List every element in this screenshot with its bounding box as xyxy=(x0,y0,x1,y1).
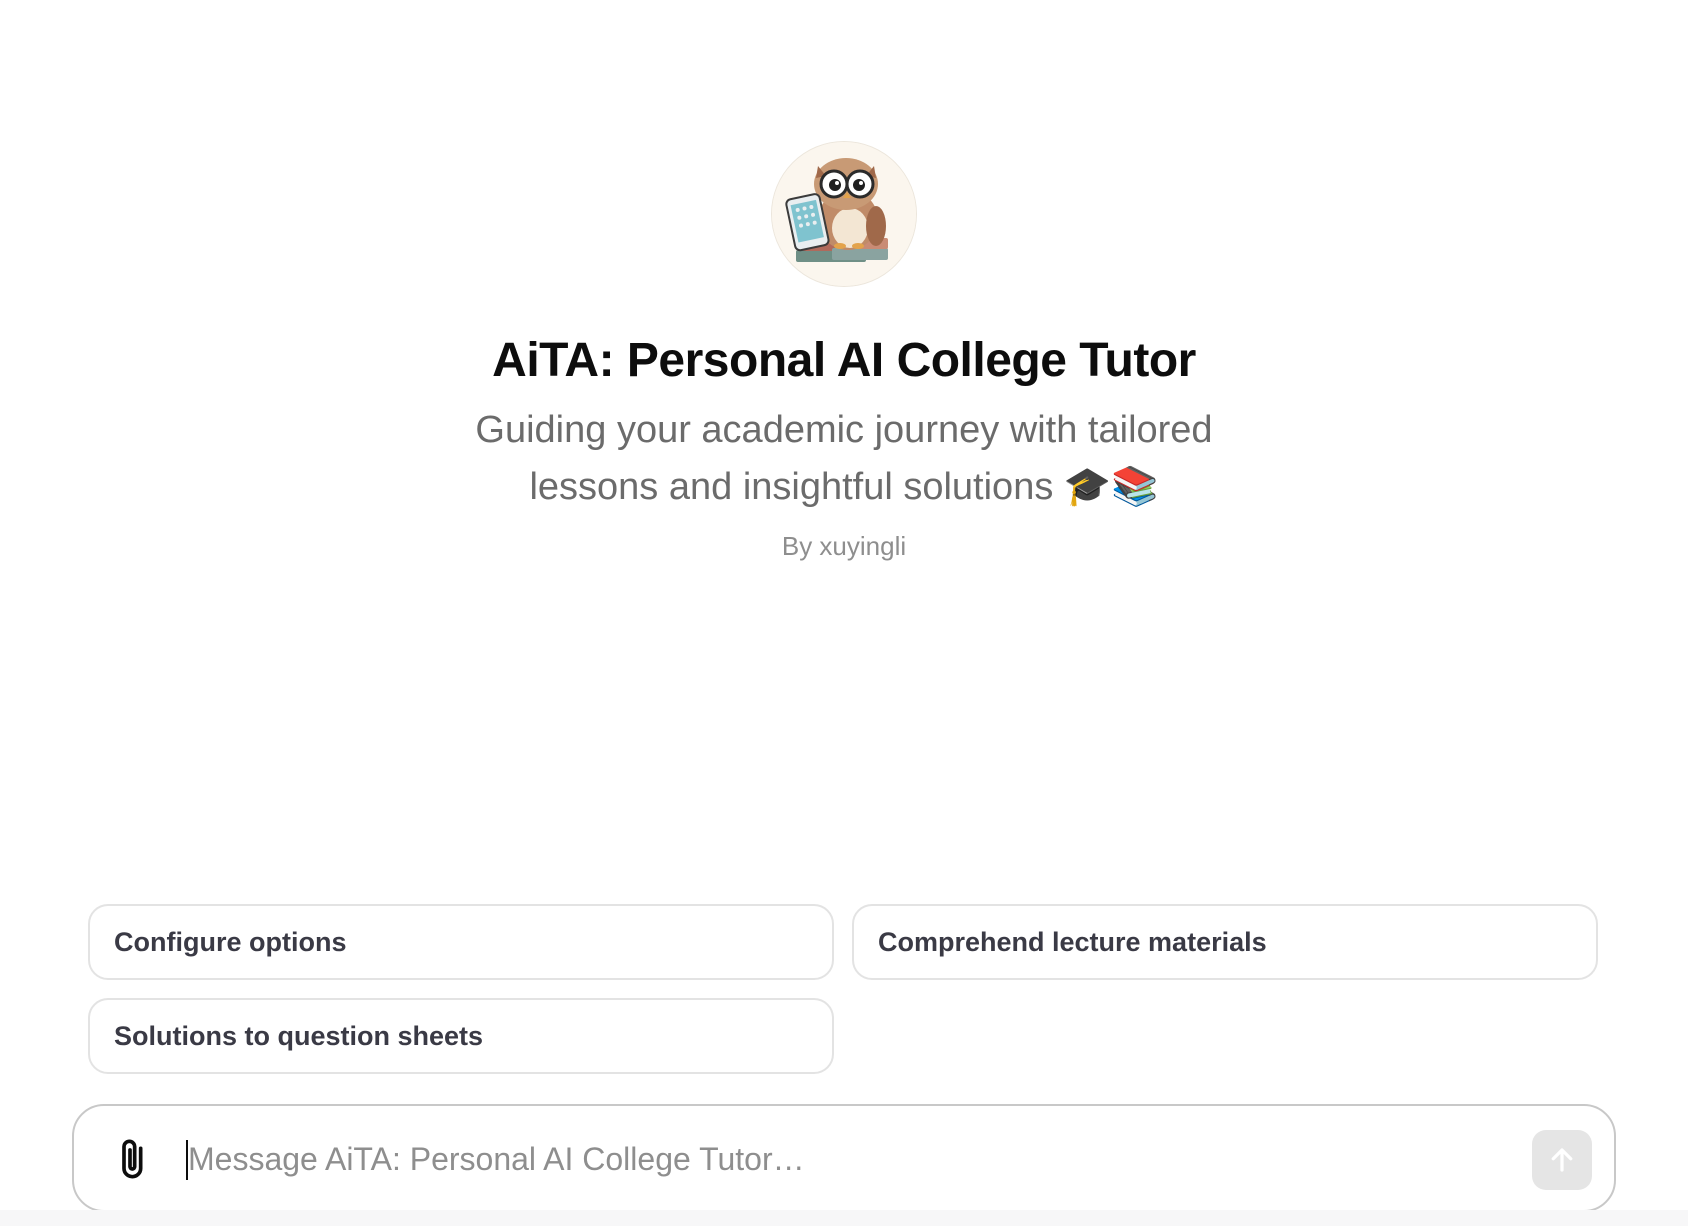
gpt-chat-page: AiTA: Personal AI College Tutor Guiding … xyxy=(0,0,1688,1226)
gpt-title: AiTA: Personal AI College Tutor xyxy=(492,334,1196,387)
starter-comprehend-lecture-materials[interactable]: Comprehend lecture materials xyxy=(852,904,1598,980)
gpt-intro: AiTA: Personal AI College Tutor Guiding … xyxy=(0,142,1688,562)
owl-avatar-icon xyxy=(772,142,916,286)
message-input[interactable] xyxy=(188,1130,1428,1188)
paperclip-icon[interactable] xyxy=(114,1136,154,1184)
gpt-description: Guiding your academic journey with tailo… xyxy=(434,402,1254,515)
send-button[interactable] xyxy=(1532,1130,1592,1190)
gpt-avatar xyxy=(772,142,916,286)
arrow-up-icon xyxy=(1551,1148,1573,1172)
message-composer xyxy=(72,1104,1616,1212)
page-bottom-strip xyxy=(0,1210,1688,1226)
starter-solutions-question-sheets[interactable]: Solutions to question sheets xyxy=(88,998,834,1074)
graduation-cap-books-emoji: 🎓📚 xyxy=(1063,464,1159,508)
gpt-author: By xuyingli xyxy=(781,531,907,561)
starter-configure-options[interactable]: Configure options xyxy=(88,904,834,980)
conversation-starters: Configure options Comprehend lecture mat… xyxy=(88,904,1598,1074)
